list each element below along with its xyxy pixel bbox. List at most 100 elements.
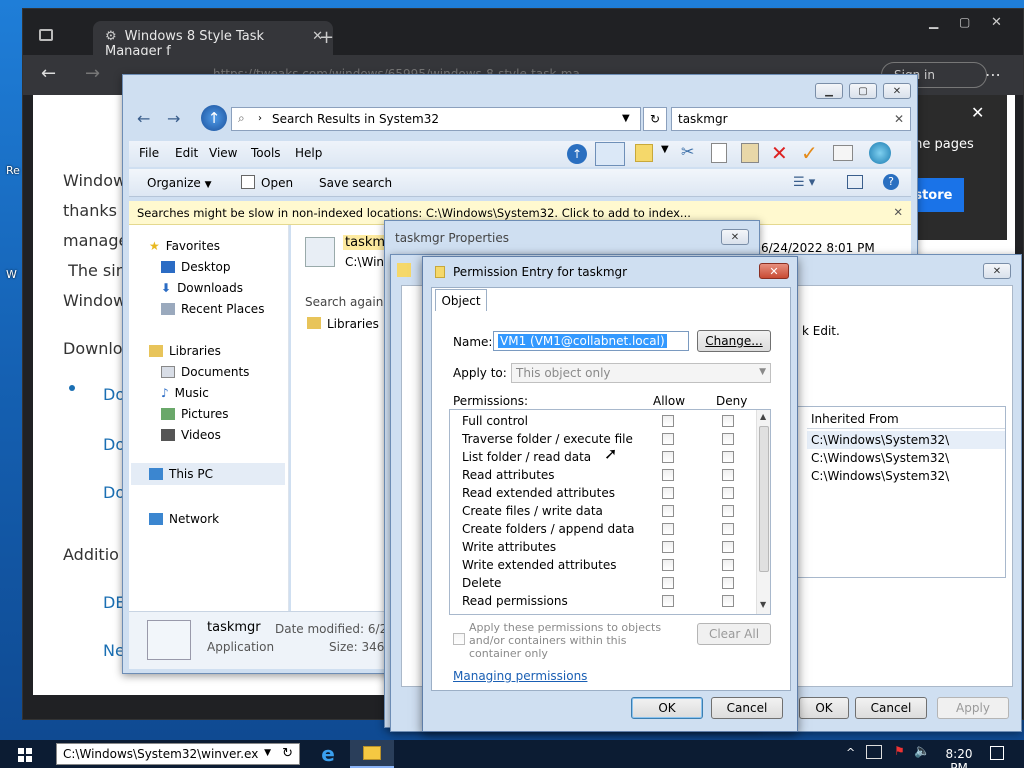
cut-icon[interactable]: ✂ [681, 142, 694, 161]
show-hidden-icons-icon[interactable]: ^ [846, 746, 855, 759]
allow-checkbox[interactable] [662, 595, 674, 607]
allow-checkbox[interactable] [662, 541, 674, 553]
inherited-row[interactable]: C:\Windows\System32\ [807, 449, 1005, 467]
tab-object[interactable]: Object [435, 289, 487, 311]
new-tab-icon[interactable]: + [319, 27, 334, 48]
close-popup-icon[interactable]: ✕ [971, 103, 984, 122]
up-folder-icon[interactable]: ↑ [567, 144, 587, 164]
clear-search-icon[interactable]: ✕ [894, 112, 904, 126]
cancel-button[interactable]: Cancel [711, 697, 783, 719]
inherited-from-header[interactable]: Inherited From [807, 407, 1005, 429]
clock[interactable]: 8:20 PM [938, 742, 980, 768]
copy-icon[interactable] [711, 143, 727, 163]
search-again-libraries[interactable]: Libraries [307, 317, 379, 331]
network-icon[interactable] [866, 745, 882, 759]
scrollbar[interactable]: ▲ ▼ [756, 410, 770, 614]
deny-checkbox[interactable] [722, 577, 734, 589]
name-field[interactable]: VM1 (VM1@collabnet.local) [493, 331, 689, 351]
menu-view[interactable]: View [209, 146, 237, 160]
allow-checkbox[interactable] [662, 523, 674, 535]
deny-checkbox[interactable] [722, 487, 734, 499]
scroll-thumb[interactable] [759, 426, 769, 572]
taskbar-edge[interactable]: e [306, 740, 350, 768]
browser-tab[interactable]: ⚙ Windows 8 Style Task Manager f ✕ [93, 21, 333, 59]
deny-checkbox[interactable] [722, 415, 734, 427]
refresh-icon[interactable]: ↻ [643, 107, 667, 131]
properties-icon[interactable] [833, 145, 853, 161]
nav-libraries[interactable]: Libraries [149, 344, 221, 358]
close-button[interactable]: ✕ [759, 263, 789, 279]
up-icon[interactable]: ↑ [201, 105, 227, 131]
permissions-list[interactable]: Full control Traverse folder / execute fi… [449, 409, 771, 615]
nav-documents[interactable]: Documents [161, 365, 249, 379]
close-window-icon[interactable]: ✕ [991, 15, 1002, 30]
maximize-icon[interactable]: ▢ [959, 15, 970, 29]
deny-checkbox[interactable] [722, 451, 734, 463]
maximize-button[interactable]: ▢ [849, 83, 877, 99]
minimize-button[interactable]: ▁ [815, 83, 843, 99]
forward-icon[interactable]: → [167, 109, 180, 128]
folder-icon[interactable] [635, 144, 653, 162]
scroll-up-icon[interactable]: ▲ [760, 412, 766, 421]
close-button[interactable]: ✕ [883, 83, 911, 99]
panes-icon[interactable] [595, 142, 625, 166]
nav-favorites[interactable]: ★ Favorites [149, 239, 220, 253]
deny-checkbox[interactable] [722, 469, 734, 481]
ok-button[interactable]: OK [631, 697, 703, 719]
nav-downloads[interactable]: ⬇ Downloads [161, 281, 243, 295]
menu-tools[interactable]: Tools [251, 146, 281, 160]
allow-checkbox[interactable] [662, 487, 674, 499]
back-icon[interactable]: ← [41, 63, 56, 84]
save-search-button[interactable]: Save search [319, 176, 392, 190]
nav-recent[interactable]: Recent Places [161, 302, 264, 316]
chevron-down-icon[interactable]: ▼ [661, 144, 669, 155]
minimize-icon[interactable]: ▁ [929, 15, 938, 29]
nav-network[interactable]: Network [149, 512, 219, 526]
help-icon[interactable]: ? [883, 174, 899, 190]
open-button[interactable]: Open [261, 176, 293, 190]
flag-icon[interactable]: ⚑ [894, 744, 905, 758]
desktop-icon-label[interactable]: W [6, 268, 17, 281]
nav-pictures[interactable]: Pictures [161, 407, 229, 421]
address-bar[interactable]: ⌕ › Search Results in System32 ▼ [231, 107, 641, 131]
deny-checkbox[interactable] [722, 433, 734, 445]
menu-help[interactable]: Help [295, 146, 322, 160]
allow-checkbox[interactable] [662, 505, 674, 517]
ok-button[interactable]: OK [799, 697, 849, 719]
checkmark-icon[interactable]: ✓ [801, 141, 818, 165]
clear-all-button[interactable]: Clear All [697, 623, 771, 645]
forward-icon[interactable]: → [85, 63, 100, 84]
paste-icon[interactable] [741, 143, 759, 163]
apply-inherit-checkbox[interactable] [453, 633, 465, 645]
close-button[interactable]: ✕ [983, 263, 1011, 279]
volume-icon[interactable]: 🔈 [914, 744, 930, 759]
tab-actions-icon[interactable] [39, 29, 53, 41]
allow-checkbox[interactable] [662, 433, 674, 445]
deny-checkbox[interactable] [722, 523, 734, 535]
start-button[interactable] [18, 748, 32, 762]
deny-checkbox[interactable] [722, 559, 734, 571]
nav-this-pc[interactable]: This PC [131, 463, 285, 485]
cancel-button[interactable]: Cancel [855, 697, 927, 719]
managing-permissions-link[interactable]: Managing permissions [453, 669, 587, 683]
notifications-icon[interactable] [990, 746, 1004, 760]
desktop-icon-label[interactable]: Re [6, 164, 20, 177]
close-button[interactable]: ✕ [721, 229, 749, 245]
search-input[interactable]: taskmgr ✕ [671, 107, 911, 131]
taskbar-address-bar[interactable]: C:\Windows\System32\winver.ex ▼ ↻ [56, 743, 300, 765]
menu-edit[interactable]: Edit [175, 146, 198, 160]
deny-checkbox[interactable] [722, 541, 734, 553]
menu-file[interactable]: File [139, 146, 159, 160]
allow-checkbox[interactable] [662, 577, 674, 589]
preview-pane-icon[interactable] [847, 175, 863, 189]
chevron-down-icon[interactable]: ▼ [264, 748, 271, 758]
allow-checkbox[interactable] [662, 469, 674, 481]
back-icon[interactable]: ← [137, 109, 150, 128]
nav-music[interactable]: ♪ Music [161, 386, 209, 400]
inherited-row[interactable]: C:\Windows\System32\ [807, 467, 1005, 485]
menu-dots-icon[interactable]: ⋯ [985, 65, 1001, 84]
organize-button[interactable]: Organize ▼ [147, 176, 212, 190]
allow-checkbox[interactable] [662, 415, 674, 427]
apply-button[interactable]: Apply [937, 697, 1009, 719]
chevron-down-icon[interactable]: ▼ [622, 113, 630, 124]
